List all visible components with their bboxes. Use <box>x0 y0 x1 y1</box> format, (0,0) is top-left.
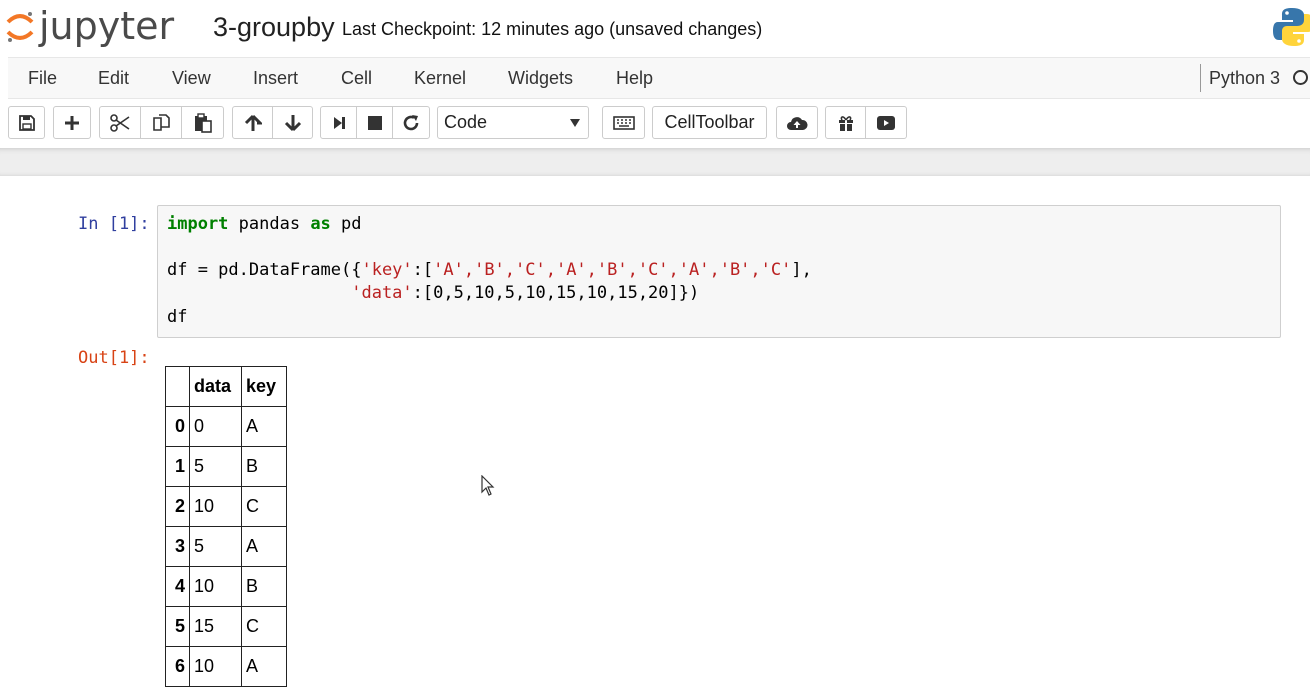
menu-insert[interactable]: Insert <box>253 68 298 89</box>
chevron-down-icon <box>570 119 580 127</box>
input-prompt: In [1]: <box>78 214 150 234</box>
code-line-1: import pandas as pd <box>167 214 362 234</box>
cell-data: 5 <box>189 446 242 487</box>
table-header-data: data <box>189 366 242 407</box>
cell-type-value: Code <box>444 112 488 132</box>
arrow-down-icon <box>284 114 301 131</box>
insert-cell-button[interactable] <box>53 106 91 139</box>
table-row: 4 10 B <box>165 566 287 607</box>
upload-button[interactable] <box>776 106 818 139</box>
keyboard-icon <box>612 115 635 130</box>
dataframe-table: data key 00A 15B 2 10 C 35A 4 10 B 5 15 C 6 10 A <box>165 366 287 687</box>
notebook-title[interactable]: 3-groupby <box>213 12 335 43</box>
toolbar: Code CellToolbar <box>0 99 1310 147</box>
cell-data: 10 <box>189 486 242 527</box>
table-header-row: data key <box>165 366 287 407</box>
mouse-pointer-icon <box>481 475 495 496</box>
table-row: 15B <box>165 446 287 487</box>
move-down-button[interactable] <box>272 106 313 139</box>
kernel-idle-indicator-icon <box>1293 70 1308 85</box>
kernel-separator <box>1200 64 1201 92</box>
cell-data: 0 <box>189 406 242 447</box>
arrow-up-icon <box>244 114 262 131</box>
code-line-4: df <box>167 307 188 327</box>
menu-help[interactable]: Help <box>616 68 653 89</box>
table-row: 6 10 A <box>165 646 287 687</box>
menu-cell[interactable]: Cell <box>341 68 372 89</box>
cell-key: B <box>241 566 287 607</box>
code-line-3: 'data':[0,5,10,5,10,15,10,15,20]}) <box>351 283 700 303</box>
save-button[interactable] <box>8 106 45 139</box>
command-palette-button[interactable] <box>602 106 645 139</box>
row-index: 1 <box>165 446 190 487</box>
plus-icon <box>65 115 79 130</box>
jupyter-logo[interactable]: jupyter <box>5 4 174 48</box>
cell-key: B <box>241 446 287 487</box>
checkpoint-status: Last Checkpoint: 12 minutes ago (unsaved… <box>342 19 763 39</box>
cell-type-select[interactable]: Code <box>437 106 589 139</box>
python-logo-icon <box>1273 8 1310 46</box>
menu-edit[interactable]: Edit <box>98 68 129 89</box>
copy-button[interactable] <box>140 106 182 139</box>
table-row: 00A <box>165 406 287 447</box>
cell-key: A <box>241 646 287 687</box>
row-index: 4 <box>165 566 190 607</box>
cell-data: 5 <box>189 526 242 567</box>
row-index: 5 <box>165 606 190 647</box>
jupyter-logo-text: jupyter <box>39 4 175 48</box>
notebook-header-shadow <box>0 148 1310 176</box>
cell-key: A <box>241 526 287 567</box>
move-up-button[interactable] <box>232 106 273 139</box>
code-cell-input[interactable]: import pandas as pd df = pd.DataFrame({'… <box>157 205 1281 338</box>
menu-widgets[interactable]: Widgets <box>508 68 573 89</box>
code-line-2: df = pd.DataFrame({'key':['A','B','C','A… <box>167 260 812 280</box>
paste-button[interactable] <box>181 106 224 139</box>
cell-key: C <box>241 606 287 647</box>
table-row: 2 10 C <box>165 486 287 527</box>
row-index: 0 <box>165 406 190 447</box>
row-index: 2 <box>165 486 190 527</box>
cell-data: 10 <box>189 566 242 607</box>
table-row: 35A <box>165 526 287 567</box>
save-icon <box>18 114 35 131</box>
scissors-icon <box>110 113 130 132</box>
menu-file[interactable]: File <box>28 68 57 89</box>
table-row: 5 15 C <box>165 606 287 647</box>
gift-icon <box>838 115 853 131</box>
jupyter-orbit-icon <box>6 12 34 42</box>
row-index: 3 <box>165 526 190 567</box>
table-header-key: key <box>241 366 287 407</box>
cloud-upload-icon <box>787 116 808 130</box>
step-forward-icon <box>333 116 345 129</box>
cell-key: A <box>241 406 287 447</box>
paste-icon <box>194 112 212 133</box>
play-video-icon <box>877 115 895 130</box>
kernel-name[interactable]: Python 3 <box>1209 68 1280 89</box>
cell-data: 15 <box>189 606 242 647</box>
stop-icon <box>367 115 382 130</box>
celltoolbar-button[interactable]: CellToolbar <box>652 106 767 139</box>
cell-key: C <box>241 486 287 527</box>
menubar: File Edit View Insert Cell Kernel Widget… <box>8 57 1310 99</box>
table-header-index <box>165 366 190 407</box>
restart-button[interactable] <box>392 106 430 139</box>
cut-button[interactable] <box>99 106 141 139</box>
interrupt-button[interactable] <box>356 106 393 139</box>
run-button[interactable] <box>320 106 357 139</box>
menu-view[interactable]: View <box>172 68 211 89</box>
copy-icon <box>153 113 170 131</box>
restart-icon <box>403 114 419 130</box>
cell-data: 10 <box>189 646 242 687</box>
present-button[interactable] <box>865 106 907 139</box>
output-prompt: Out[1]: <box>78 348 150 368</box>
row-index: 6 <box>165 646 190 687</box>
header: jupyter 3-groupby Last Checkpoint: 12 mi… <box>0 0 1310 56</box>
menu-kernel[interactable]: Kernel <box>414 68 466 89</box>
gift-button[interactable] <box>825 106 866 139</box>
